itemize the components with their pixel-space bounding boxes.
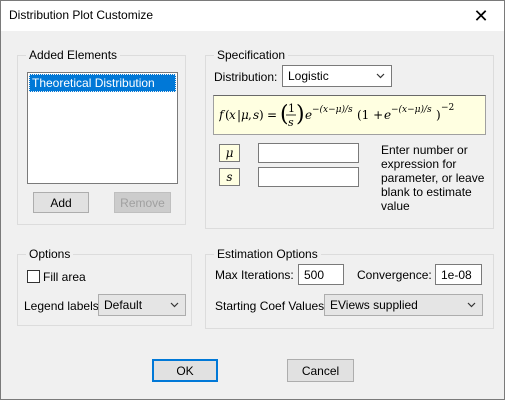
formula-display: f ( x | μ , s ) = ( 1 s ) e −(x−μ)/s (1 … <box>213 95 486 135</box>
svg-text:−(x−μ)/s: −(x−μ)/s <box>312 104 353 115</box>
starting-coef-value: EViews supplied <box>330 298 418 312</box>
window-title: Distribution Plot Customize <box>9 8 154 22</box>
svg-text:): ) <box>296 102 305 127</box>
fill-area-checkbox[interactable] <box>27 270 40 283</box>
starting-coef-label: Starting Coef Values: <box>215 299 328 313</box>
svg-text:,: , <box>248 108 252 122</box>
svg-text:=: = <box>267 108 277 122</box>
fill-area-label[interactable]: Fill area <box>43 270 86 284</box>
logistic-formula: f ( x | μ , s ) = ( 1 s ) e −(x−μ)/s (1 … <box>219 102 454 129</box>
chevron-down-icon <box>170 302 179 308</box>
starting-coef-select[interactable]: EViews supplied <box>324 294 483 316</box>
ok-button[interactable]: OK <box>152 359 218 382</box>
legend-labels-value: Default <box>104 298 143 312</box>
options-label: Options <box>26 247 74 261</box>
max-iterations-label: Max Iterations: <box>215 268 294 282</box>
added-elements-list[interactable]: Theoretical Distribution <box>27 72 178 184</box>
convergence-label: Convergence: <box>357 268 432 282</box>
chevron-down-icon <box>467 302 476 308</box>
svg-text:s: s <box>288 116 294 129</box>
svg-text:): ) <box>259 108 264 122</box>
max-iterations-input[interactable]: 500 <box>298 264 344 285</box>
distribution-select[interactable]: Logistic <box>282 65 392 87</box>
specification-label: Specification <box>214 48 289 62</box>
legend-labels-select[interactable]: Default <box>98 294 186 316</box>
dialog-window: Distribution Plot Customize ✕ Added Elem… <box>0 0 505 400</box>
distribution-value: Logistic <box>288 69 329 83</box>
close-icon[interactable]: ✕ <box>458 1 504 31</box>
param-s-label: s <box>219 168 240 186</box>
estimation-options-label: Estimation Options <box>214 247 321 261</box>
svg-text:−2: −2 <box>441 103 454 113</box>
chevron-down-icon <box>376 73 385 79</box>
convergence-input[interactable]: 1e-08 <box>435 264 482 285</box>
svg-text:x: x <box>229 108 236 122</box>
title-bar: Distribution Plot Customize ✕ <box>1 1 504 31</box>
remove-button[interactable]: Remove <box>114 192 171 213</box>
list-item[interactable]: Theoretical Distribution <box>29 74 176 92</box>
svg-text:−(x−μ)/s: −(x−μ)/s <box>391 104 432 115</box>
param-hint: Enter number or expression for parameter… <box>381 143 485 213</box>
add-button[interactable]: Add <box>33 192 89 213</box>
added-elements-label: Added Elements <box>26 48 121 62</box>
distribution-label: Distribution: <box>214 70 278 84</box>
param-s-input[interactable] <box>258 167 359 187</box>
param-mu-input[interactable] <box>258 143 359 163</box>
svg-text:1: 1 <box>288 102 295 115</box>
param-mu-label: μ <box>219 144 240 162</box>
cancel-button[interactable]: Cancel <box>287 359 354 382</box>
legend-labels-label: Legend labels: <box>24 299 103 313</box>
svg-text:(1 +: (1 + <box>357 108 383 122</box>
svg-text:): ) <box>436 108 441 122</box>
